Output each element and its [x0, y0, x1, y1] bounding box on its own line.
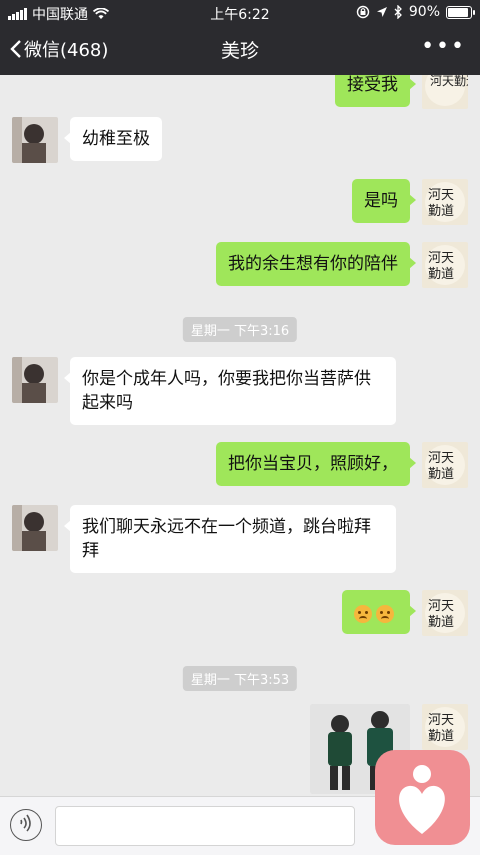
svg-text:河天勤道: 河天勤道: [430, 75, 468, 88]
floating-app-button[interactable]: [375, 750, 470, 845]
message-bubble-out[interactable]: [342, 590, 416, 634]
svg-text:河天: 河天: [428, 251, 454, 266]
svg-text:河天: 河天: [428, 451, 454, 466]
nav-bar: 微信(468) 美珍 •••: [0, 26, 480, 72]
voice-icon: [20, 814, 31, 832]
message-bubble-in[interactable]: 幼稚至极: [64, 117, 162, 161]
svg-text:勤道: 勤道: [428, 615, 454, 630]
my-avatar[interactable]: 河天 勤道: [422, 704, 468, 750]
svg-text:勤道: 勤道: [428, 467, 454, 482]
more-options-button[interactable]: •••: [421, 34, 466, 59]
my-avatar[interactable]: 河天 勤道: [422, 590, 468, 636]
bluetooth-icon: [394, 5, 402, 19]
svg-text:勤道: 勤道: [428, 729, 454, 744]
message-bubble-in[interactable]: 我们聊天永远不在一个频道，跳台啦拜拜: [64, 505, 396, 573]
chat-area[interactable]: 接受我 河天勤道 幼稚至极 河天 勤道 是吗 河天 勤道: [0, 75, 480, 796]
message-bubble-out[interactable]: 我的余生想有你的陪伴: [216, 242, 416, 286]
status-bar: 中国联通 上午6:22 90%: [0, 0, 480, 24]
my-avatar[interactable]: 河天 勤道: [422, 179, 468, 225]
battery-percent: 90%: [408, 4, 440, 20]
heart-person-icon: [399, 765, 445, 834]
svg-text:河天: 河天: [428, 713, 454, 728]
message-bubble-in[interactable]: 你是个成年人吗，你要我把你当菩萨供起来吗: [64, 357, 396, 425]
voice-input-button[interactable]: [10, 809, 42, 841]
app-header: 中国联通 上午6:22 90% 微信(468) 美珍 •••: [0, 0, 480, 75]
my-avatar[interactable]: 河天 勤道: [422, 442, 468, 488]
page-title: 美珍: [220, 40, 259, 62]
frowning-face-icon: [376, 605, 394, 623]
my-avatar[interactable]: 河天勤道: [422, 75, 468, 109]
lock-rotation-icon: [356, 5, 370, 19]
svg-text:勤道: 勤道: [428, 267, 454, 282]
location-icon: [376, 7, 387, 17]
contact-avatar[interactable]: [12, 505, 58, 551]
message-bubble-out[interactable]: 接受我: [335, 75, 416, 107]
timestamp-label: 星期一 下午3:16: [182, 317, 298, 342]
frowning-face-icon: [354, 605, 372, 623]
svg-text:河天: 河天: [428, 599, 454, 614]
status-right: 90%: [356, 4, 475, 20]
my-avatar[interactable]: 河天 勤道: [422, 242, 468, 288]
message-input[interactable]: [55, 806, 355, 846]
contact-avatar[interactable]: [12, 117, 58, 163]
svg-text:勤道: 勤道: [428, 204, 454, 219]
message-bubble-out[interactable]: 是吗: [352, 179, 416, 223]
contact-avatar[interactable]: [12, 357, 58, 403]
battery-icon: [446, 5, 475, 19]
svg-text:河天: 河天: [428, 188, 454, 203]
timestamp-label: 星期一 下午3:53: [182, 666, 298, 691]
message-bubble-out[interactable]: 把你当宝贝，照顾好，: [216, 442, 416, 486]
